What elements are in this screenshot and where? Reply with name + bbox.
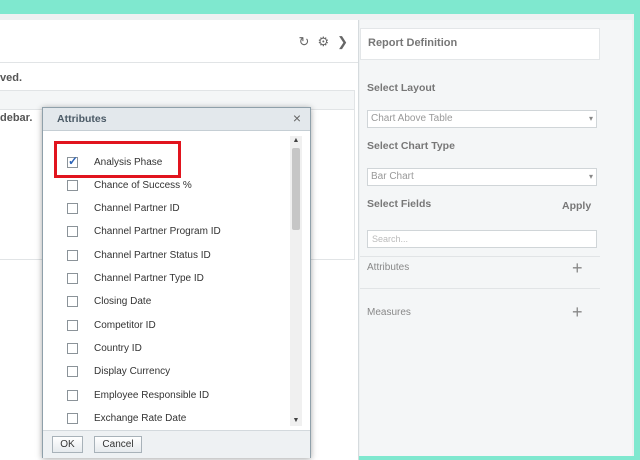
saved-message: ved. — [0, 72, 23, 84]
scrollbar[interactable]: ▲ ▼ — [290, 136, 302, 426]
add-measure-plus-icon[interactable]: + — [572, 303, 583, 321]
cancel-button[interactable]: Cancel — [94, 436, 142, 453]
highlight-annotation — [54, 141, 181, 178]
list-item[interactable]: Closing Date — [67, 293, 151, 311]
chevron-right-icon[interactable]: ❯ — [337, 34, 348, 50]
checkbox[interactable] — [67, 366, 78, 378]
layout-select-value: Chart Above Table — [371, 113, 453, 124]
list-item-label: Country ID — [94, 342, 142, 354]
chart-type-select[interactable]: Bar Chart ▾ — [367, 168, 597, 186]
chevron-down-icon: ▾ — [588, 114, 593, 123]
list-item[interactable]: Channel Partner Status ID — [67, 246, 211, 264]
close-icon[interactable]: × — [293, 110, 301, 126]
report-toolbar: ↻ ⚙ ❯ — [299, 34, 348, 50]
fields-search-input[interactable]: Search... — [367, 230, 597, 248]
list-item[interactable]: Exchange Rate Date — [67, 409, 186, 427]
chevron-down-icon: ▾ — [588, 172, 593, 181]
sidebar-hint-text: debar. — [0, 112, 33, 124]
list-item-label: Chance of Success % — [94, 179, 192, 191]
list-item[interactable]: Channel Partner Type ID — [67, 270, 204, 288]
list-item-label: Exchange Rate Date — [94, 412, 187, 424]
measures-label: Measures — [367, 307, 411, 318]
divider — [360, 288, 600, 289]
list-item-label: Employee Responsible ID — [94, 389, 210, 401]
list-item[interactable]: Display Currency — [67, 363, 170, 381]
list-item-label: Channel Partner Type ID — [94, 273, 204, 284]
checkbox[interactable] — [67, 203, 78, 215]
list-item-label: Competitor ID — [94, 319, 156, 331]
list-item[interactable]: Employee Responsible ID — [67, 386, 209, 404]
report-definition-panel: Report Definition Select Layout Chart Ab… — [360, 20, 632, 456]
checkbox[interactable] — [67, 296, 78, 308]
checkbox[interactable] — [67, 226, 78, 238]
checkbox[interactable] — [67, 389, 78, 401]
apply-button[interactable]: Apply — [562, 200, 591, 212]
list-item-label: Channel Partner ID — [94, 203, 180, 215]
dialog-header: Attributes × — [43, 108, 310, 131]
report-header: ↻ ⚙ ❯ — [0, 20, 358, 63]
select-layout-label: Select Layout — [367, 82, 436, 94]
list-item[interactable]: Chance of Success % — [67, 176, 192, 194]
list-item-label: Display Currency — [94, 366, 171, 378]
chart-type-select-value: Bar Chart — [371, 171, 414, 182]
scroll-up-arrow-icon[interactable]: ▲ — [290, 136, 302, 146]
checkbox[interactable] — [67, 319, 78, 331]
list-item[interactable]: Country ID — [67, 339, 142, 357]
attributes-label: Attributes — [367, 262, 410, 273]
select-chart-type-label: Select Chart Type — [367, 140, 455, 152]
ok-button[interactable]: OK — [52, 436, 83, 453]
attributes-list: Analysis PhaseChance of Success %Channel… — [43, 138, 287, 428]
list-item-label: Channel Partner Program ID — [94, 226, 221, 238]
dialog-title: Attributes — [57, 113, 107, 125]
report-definition-title: Report Definition — [360, 28, 600, 60]
refresh-icon[interactable]: ↻ — [299, 34, 310, 50]
checkbox[interactable] — [67, 249, 78, 261]
checkbox[interactable] — [67, 412, 78, 424]
list-item[interactable]: Channel Partner ID — [67, 200, 180, 218]
window-edge — [634, 14, 640, 456]
add-attribute-plus-icon[interactable]: + — [572, 259, 583, 277]
list-item-label: Closing Date — [94, 296, 152, 308]
list-item-label: Channel Partner Status ID — [94, 249, 211, 261]
scroll-thumb[interactable] — [292, 148, 300, 230]
gear-icon[interactable]: ⚙ — [317, 34, 329, 50]
checkbox[interactable] — [67, 273, 78, 284]
select-fields-label: Select Fields — [367, 198, 432, 210]
scroll-down-arrow-icon[interactable]: ▼ — [290, 416, 302, 426]
layout-select[interactable]: Chart Above Table ▾ — [367, 110, 597, 128]
checkbox[interactable] — [67, 179, 78, 191]
list-item[interactable]: Competitor ID — [67, 316, 156, 334]
divider — [360, 256, 600, 257]
dialog-footer: OK Cancel — [43, 430, 310, 458]
list-item[interactable]: Channel Partner Program ID — [67, 223, 221, 241]
checkbox[interactable] — [67, 342, 78, 354]
